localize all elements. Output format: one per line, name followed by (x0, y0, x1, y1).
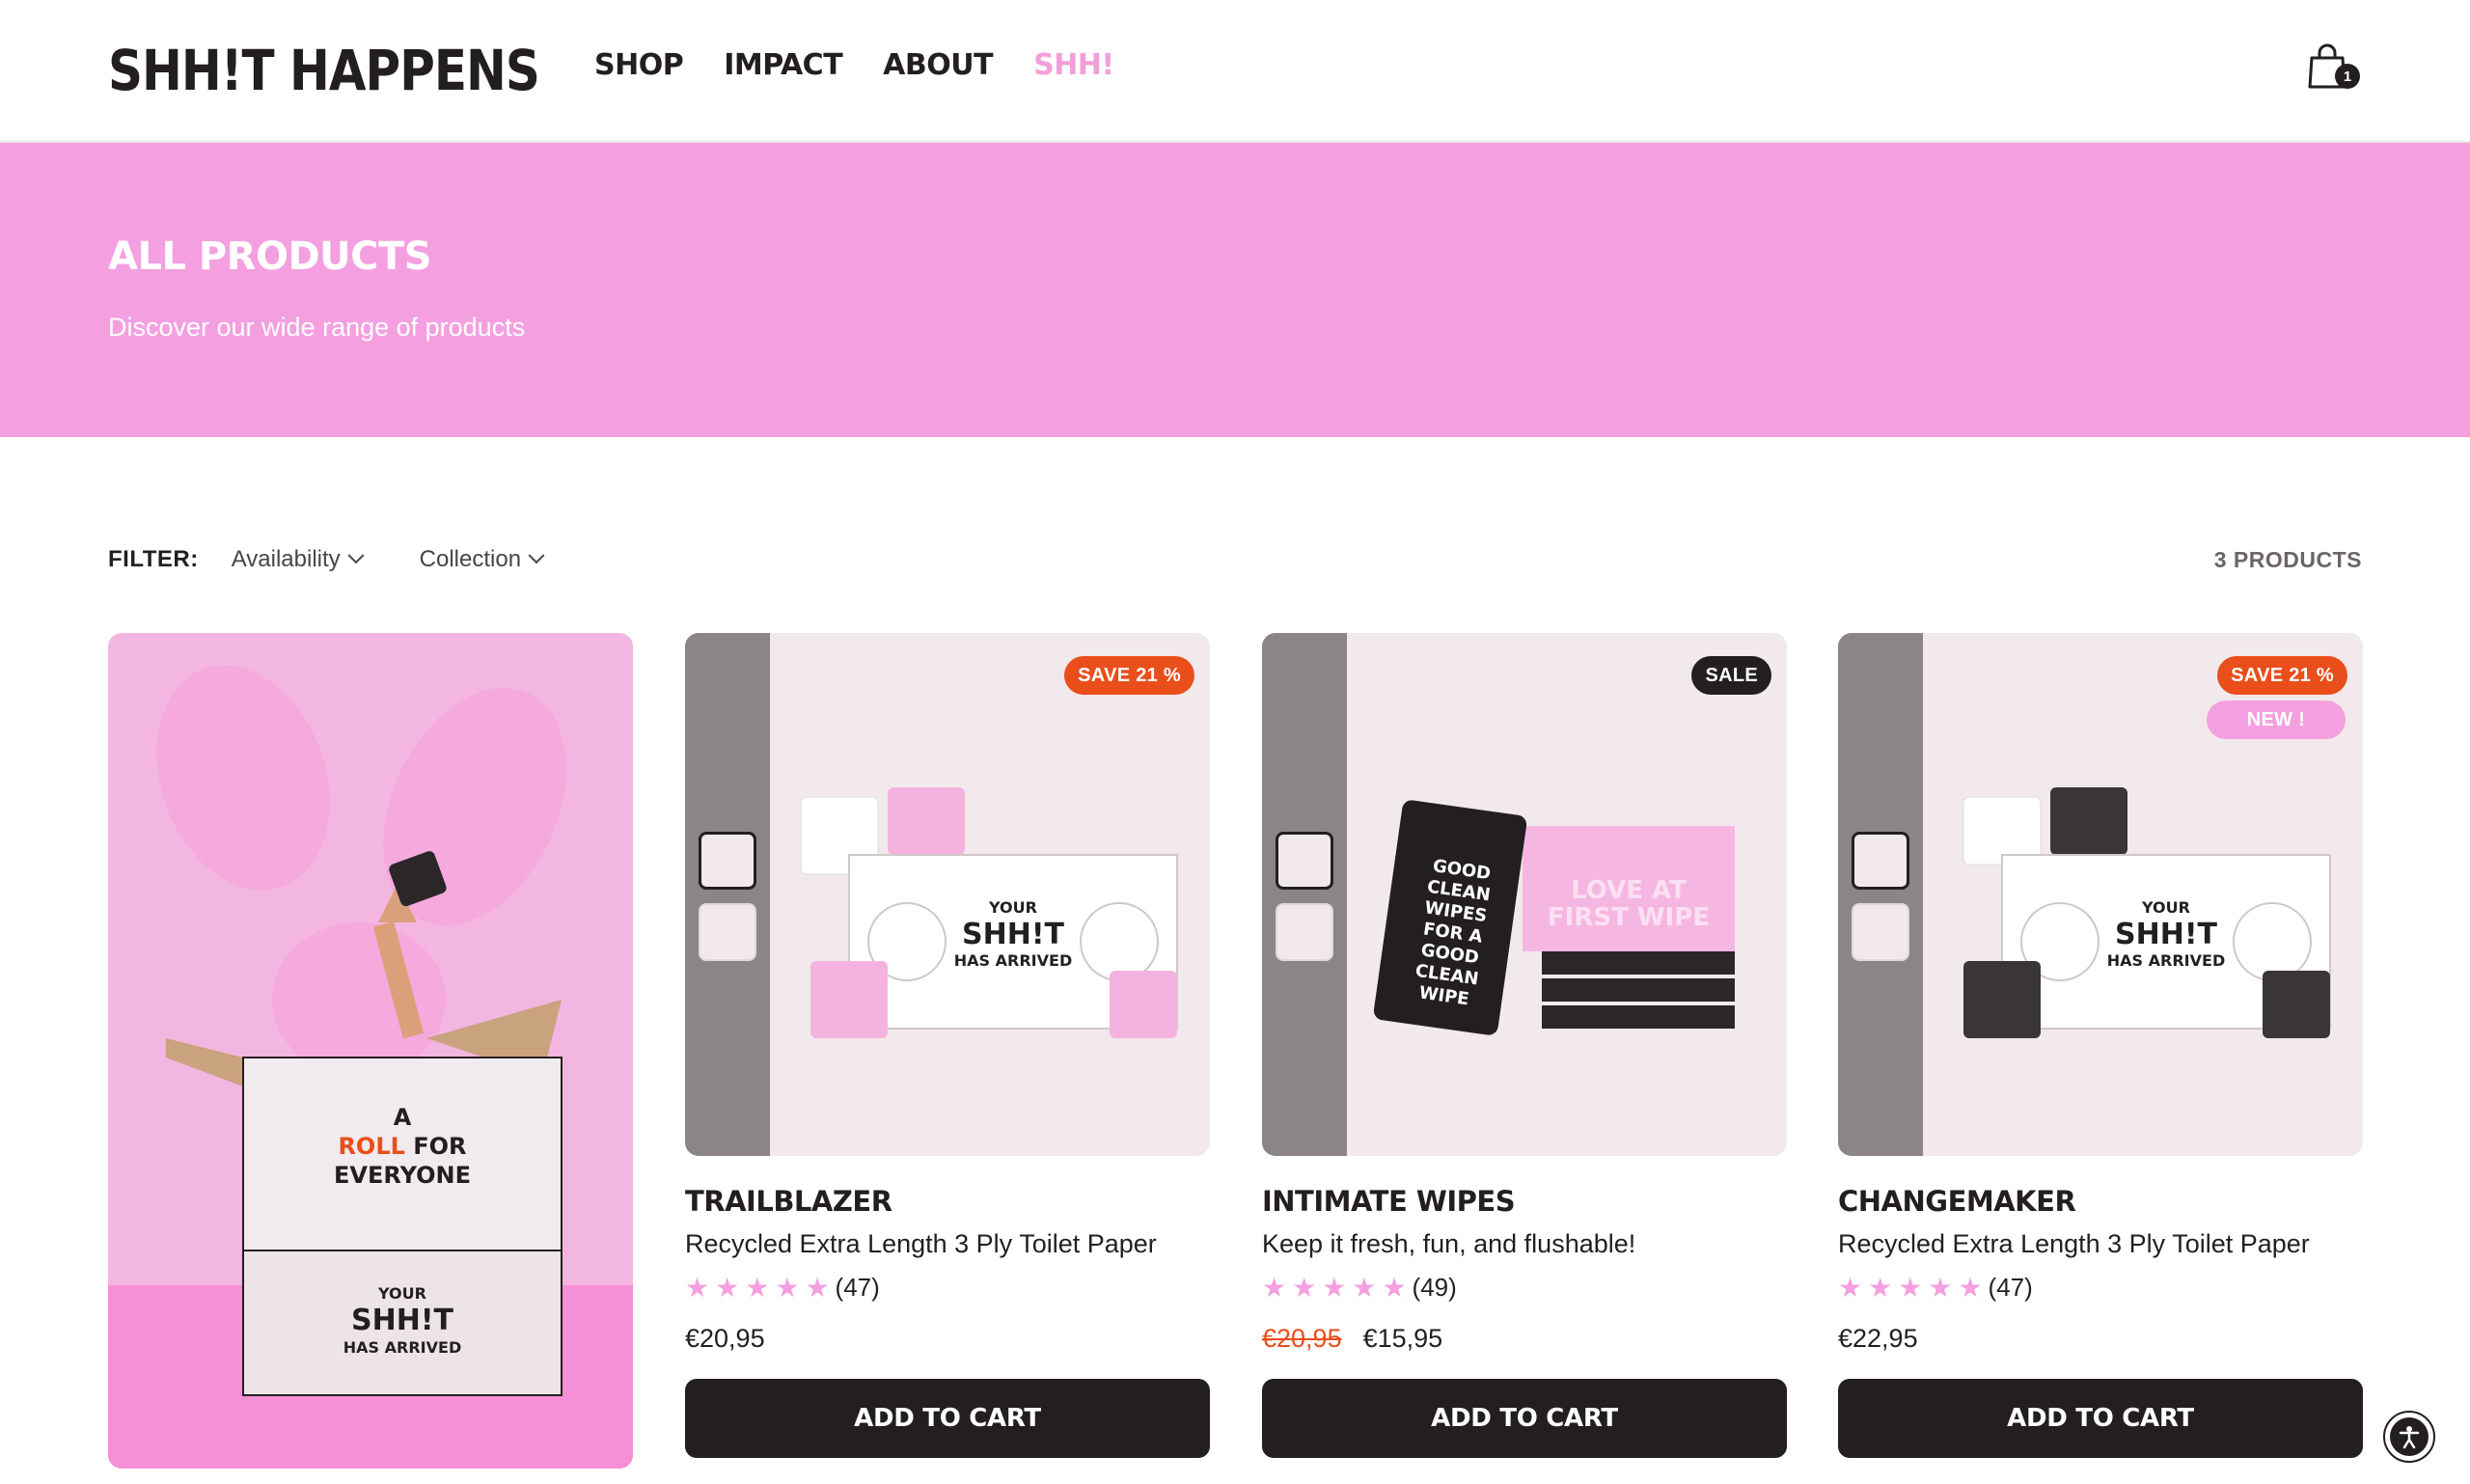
nav-shh[interactable]: SHH! (1033, 48, 1114, 82)
new-badge: NEW ! (2207, 701, 2346, 739)
thumbnail-2[interactable] (1276, 903, 1333, 961)
collection-filter[interactable]: Collection (419, 546, 545, 573)
product-description: Recycled Extra Length 3 Ply Toilet Paper (1838, 1229, 2310, 1258)
star-icon: ★ (715, 1272, 740, 1303)
site-header: SHH!T HAPPENS SHOP IMPACT ABOUT SHH! 1 (0, 0, 2470, 143)
star-icon: ★ (1322, 1272, 1347, 1303)
collection-filter-label: Collection (419, 546, 522, 572)
add-to-cart-button[interactable]: ADD TO CART (1262, 1379, 1787, 1458)
price-current: €20,95 (685, 1324, 765, 1353)
sale-badge: SALE (1691, 656, 1771, 695)
thumbnail-strip (1262, 633, 1347, 1156)
star-icon: ★ (1292, 1272, 1317, 1303)
collection-banner: ALL PRODUCTS Discover our wide range of … (0, 143, 2470, 437)
page-title: ALL PRODUCTS (108, 234, 432, 279)
product-image[interactable]: SAVE 21 % NEW ! YOUR SHH!T HAS ARRIVED (1838, 633, 2363, 1156)
product-rating: ★ ★ ★ ★ ★ (49) (1262, 1273, 1787, 1303)
review-count: (49) (1412, 1273, 1457, 1302)
thumbnail-2[interactable] (1852, 903, 1909, 961)
product-name[interactable]: CHANGEMAKER (1838, 1185, 2363, 1218)
nav-about[interactable]: ABOUT (883, 48, 993, 82)
thumbnail-1[interactable] (1276, 832, 1333, 890)
chevron-down-icon (347, 547, 365, 564)
star-icon: ★ (1382, 1272, 1407, 1303)
price-current: €22,95 (1838, 1324, 1918, 1353)
svg-text:HAS ARRIVED: HAS ARRIVED (2107, 951, 2225, 970)
cart-button[interactable]: 1 (2306, 42, 2360, 96)
nav-impact[interactable]: IMPACT (724, 48, 842, 82)
star-icon: ★ (1868, 1272, 1893, 1303)
availability-filter[interactable]: Availability (231, 546, 365, 573)
price-original: €20,95 (1262, 1324, 1342, 1353)
star-icon: ★ (1838, 1272, 1863, 1303)
promo-image: A ROLL FOR EVERYONE YOUR SHH!T HAS ARRIV… (108, 633, 633, 1469)
page-subtitle: Discover our wide range of products (108, 313, 526, 342)
review-count: (47) (835, 1273, 880, 1302)
product-count: 3 PRODUCTS (2213, 546, 2362, 572)
svg-text:YOUR: YOUR (377, 1284, 426, 1303)
thumbnail-1[interactable] (699, 832, 756, 890)
toilet-paper-pack-image: YOUR SHH!T HAS ARRIVED (1962, 787, 2331, 1038)
star-icon: ★ (1958, 1272, 1983, 1303)
star-icon: ★ (1928, 1272, 1953, 1303)
product-rating: ★ ★ ★ ★ ★ (47) (1838, 1273, 2363, 1303)
svg-text:ROLL FOR: ROLL FOR (338, 1133, 466, 1160)
save-badge: SAVE 21 % (1064, 656, 1194, 695)
wipes-pack-image: LOVE AT FIRST WIPE GOOD CLEAN WIPES FOR … (1373, 800, 1735, 1035)
svg-text:YOUR: YOUR (988, 898, 1037, 917)
product-price: €20,95 €15,95 (1262, 1324, 1787, 1354)
add-to-cart-button[interactable]: ADD TO CART (685, 1379, 1210, 1458)
save-badge: SAVE 21 % (2217, 656, 2347, 695)
filter-label: FILTER: (108, 546, 199, 572)
svg-text:FIRST WIPE: FIRST WIPE (1548, 903, 1710, 932)
price-current: €15,95 (1362, 1324, 1443, 1353)
cart-count-badge: 1 (2335, 64, 2360, 89)
svg-text:SHH!T: SHH!T (2115, 918, 2218, 951)
thumbnail-strip (1838, 633, 1923, 1156)
product-description: Recycled Extra Length 3 Ply Toilet Paper (685, 1229, 1157, 1258)
add-to-cart-button[interactable]: ADD TO CART (1838, 1379, 2363, 1458)
product-card[interactable]: SALE LOVE AT FIRST WIPE GOOD CLEAN WIPES… (1262, 633, 1787, 1458)
product-card[interactable]: SAVE 21 % YOUR SHH!T HAS ARRIVED TRAILBL… (685, 633, 1210, 1458)
product-price: €20,95 (685, 1324, 1210, 1354)
accessibility-icon (2390, 1417, 2429, 1456)
product-card[interactable]: SAVE 21 % NEW ! YOUR SHH!T HAS ARRIVED C… (1838, 633, 2363, 1458)
filter-bar: FILTER: Availability Collection 3 PRODUC… (108, 540, 2362, 579)
accessibility-button[interactable] (2383, 1411, 2435, 1463)
svg-text:EVERYONE: EVERYONE (334, 1162, 471, 1189)
star-icon: ★ (685, 1272, 710, 1303)
svg-text:SHH!T: SHH!T (962, 918, 1065, 951)
review-count: (47) (1988, 1273, 2033, 1302)
product-price: €22,95 (1838, 1324, 2363, 1354)
thumbnail-1[interactable] (1852, 832, 1909, 890)
main-nav: SHOP IMPACT ABOUT SHH! (594, 48, 1114, 82)
star-icon: ★ (1898, 1272, 1923, 1303)
thumbnail-2[interactable] (699, 903, 756, 961)
promo-illustration: A ROLL FOR EVERYONE YOUR SHH!T HAS ARRIV… (108, 665, 633, 1469)
svg-text:SHH!T: SHH!T (351, 1304, 454, 1337)
svg-text:HAS ARRIVED: HAS ARRIVED (954, 951, 1072, 970)
svg-text:YOUR: YOUR (2141, 898, 2190, 917)
svg-text:HAS ARRIVED: HAS ARRIVED (343, 1338, 461, 1357)
chevron-down-icon (528, 547, 545, 564)
star-icon: ★ (1262, 1272, 1287, 1303)
product-image[interactable]: SAVE 21 % YOUR SHH!T HAS ARRIVED (685, 633, 1210, 1156)
product-name[interactable]: INTIMATE WIPES (1262, 1185, 1787, 1218)
star-icon: ★ (805, 1272, 830, 1303)
svg-text:LOVE AT: LOVE AT (1571, 876, 1687, 905)
product-name[interactable]: TRAILBLAZER (685, 1185, 1210, 1218)
star-icon: ★ (1352, 1272, 1377, 1303)
product-description: Keep it fresh, fun, and flushable! (1262, 1229, 1636, 1258)
thumbnail-strip (685, 633, 770, 1156)
svg-text:A: A (394, 1104, 412, 1131)
brand-logo[interactable]: SHH!T HAPPENS (108, 39, 540, 103)
product-image[interactable]: SALE LOVE AT FIRST WIPE GOOD CLEAN WIPES… (1262, 633, 1787, 1156)
star-icon: ★ (745, 1272, 770, 1303)
availability-filter-label: Availability (231, 546, 341, 572)
star-icon: ★ (775, 1272, 800, 1303)
nav-shop[interactable]: SHOP (594, 48, 684, 82)
product-rating: ★ ★ ★ ★ ★ (47) (685, 1273, 1210, 1303)
toilet-paper-pack-image: YOUR SHH!T HAS ARRIVED (800, 787, 1178, 1038)
